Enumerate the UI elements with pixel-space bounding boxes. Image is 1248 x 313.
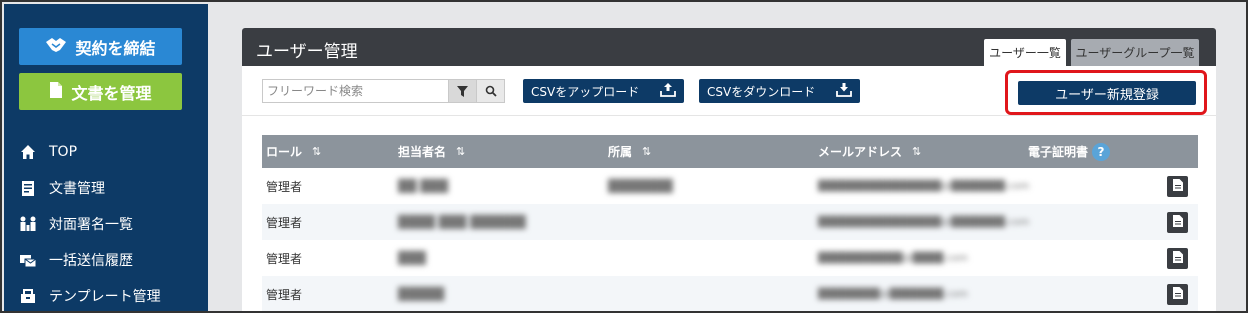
table-row[interactable]: 管理者 ███ ███████████@████.com [262, 240, 1198, 276]
column-dept-label: 所属 [608, 145, 633, 159]
download-icon [836, 82, 852, 100]
column-email[interactable]: メールアドレス ⇅ [818, 143, 1028, 160]
download-csv-button[interactable]: CSVをダウンロード [699, 79, 860, 103]
search-icon [485, 82, 497, 101]
sidebar-item-label: 一括送信履歴 [49, 253, 133, 269]
new-user-highlight: ユーザー新規登録 [1005, 70, 1207, 115]
sidebar-item-label: テンプレート管理 [49, 289, 161, 305]
sidebar-item-top[interactable]: TOP [4, 134, 208, 170]
home-icon [19, 143, 37, 161]
certificate-button[interactable] [1167, 284, 1188, 305]
table-row[interactable]: 管理者 █████ ████████@███████.com [262, 276, 1198, 311]
document-list-icon [19, 179, 37, 197]
table-header: ロール ⇅ 担当者名 ⇅ 所属 ⇅ メールアドレス ⇅ 電子証明書 ? [262, 135, 1198, 168]
in-person-signing-icon [19, 215, 37, 233]
column-certificate: 電子証明書 ? [1028, 142, 1198, 161]
column-role[interactable]: ロール ⇅ [262, 143, 398, 160]
cell-email: ████████████████@███████.com [818, 216, 1030, 228]
search-button[interactable] [476, 80, 504, 102]
table-row[interactable]: 管理者 ██ ███ ███████ ████████████████@████… [262, 168, 1198, 204]
column-certificate-label: 電子証明書 [1028, 145, 1089, 159]
upload-csv-label: CSVをアップロード [531, 84, 640, 99]
column-dept[interactable]: 所属 ⇅ [608, 143, 818, 160]
panel-header: ユーザー管理 ユーザー一覧 ユーザーグループ一覧 [242, 28, 1216, 66]
column-name[interactable]: 担当者名 ⇅ [398, 143, 608, 160]
cell-role: 管理者 [266, 179, 303, 194]
search-box [262, 79, 505, 103]
new-user-button[interactable]: ユーザー新規登録 [1018, 81, 1196, 105]
table-row[interactable]: 管理者 ████ ███ ██████ ████████████████@███… [262, 204, 1198, 240]
cell-name: █████ [398, 287, 445, 301]
sort-icon: ⇅ [312, 145, 322, 158]
certificate-button[interactable] [1167, 176, 1188, 197]
handshake-icon [45, 36, 67, 58]
help-icon[interactable]: ? [1092, 142, 1111, 161]
cell-name: ██ ███ [398, 179, 448, 193]
filter-button[interactable] [448, 80, 476, 102]
upload-icon [660, 82, 676, 100]
contract-button[interactable]: 契約を締結 [19, 28, 182, 65]
manage-documents-button[interactable]: 文書を管理 [19, 73, 182, 110]
certificate-button[interactable] [1167, 248, 1188, 269]
file-icon [1172, 179, 1183, 194]
app-window: 契約を締結 文書を管理 TOP 文書管理 対面署名一覧 一括送信履歴 テンプレー… [0, 0, 1248, 313]
cell-name: ████ ███ ██████ [398, 215, 526, 229]
manage-documents-label: 文書を管理 [71, 83, 152, 103]
template-icon [19, 287, 37, 305]
sidebar-item-in-person-signing[interactable]: 対面署名一覧 [4, 206, 208, 242]
search-input[interactable] [263, 80, 448, 102]
sort-icon: ⇅ [456, 145, 466, 158]
column-role-label: ロール [266, 145, 303, 159]
filter-icon [457, 82, 468, 101]
user-management-panel: ユーザー管理 ユーザー一覧 ユーザーグループ一覧 CSVをアップ [242, 28, 1216, 311]
sidebar-nav: TOP 文書管理 対面署名一覧 一括送信履歴 テンプレート管理 [4, 134, 208, 311]
cell-email: ███████████@████.com [818, 252, 968, 264]
tab-user-list[interactable]: ユーザー一覧 [984, 39, 1066, 66]
cell-email: ████████████████@███████.com [818, 180, 1030, 192]
document-icon [49, 81, 63, 103]
certificate-button[interactable] [1167, 212, 1188, 233]
sidebar-item-label: 対面署名一覧 [49, 217, 133, 233]
sidebar-item-label: 文書管理 [49, 181, 105, 197]
cell-role: 管理者 [266, 287, 303, 302]
download-csv-label: CSVをダウンロード [707, 84, 816, 99]
sort-icon: ⇅ [912, 145, 922, 158]
file-icon [1172, 215, 1183, 230]
cell-email: ████████@███████.com [818, 288, 968, 300]
cell-role: 管理者 [266, 215, 303, 230]
sidebar: 契約を締結 文書を管理 TOP 文書管理 対面署名一覧 一括送信履歴 テンプレー… [4, 4, 208, 311]
toolbar: CSVをアップロード CSVをダウンロード ユーザー新規登録 [242, 66, 1216, 116]
column-name-label: 担当者名 [398, 145, 447, 159]
column-email-label: メールアドレス [818, 145, 903, 159]
cell-dept: ███████ [608, 179, 673, 193]
sidebar-item-bulk-send-history[interactable]: 一括送信履歴 [4, 242, 208, 278]
file-icon [1172, 287, 1183, 302]
sidebar-item-templates[interactable]: テンプレート管理 [4, 278, 208, 311]
sidebar-item-documents[interactable]: 文書管理 [4, 170, 208, 206]
bulk-send-icon [19, 251, 37, 269]
user-table: ロール ⇅ 担当者名 ⇅ 所属 ⇅ メールアドレス ⇅ 電子証明書 ? 管理者 … [262, 135, 1198, 311]
upload-csv-button[interactable]: CSVをアップロード [523, 79, 684, 103]
sidebar-item-label: TOP [49, 144, 78, 160]
cell-name: ███ [398, 251, 426, 265]
sort-icon: ⇅ [642, 145, 652, 158]
contract-button-label: 契約を締結 [75, 38, 156, 58]
file-icon [1172, 251, 1183, 266]
page-title: ユーザー管理 [256, 42, 358, 62]
table-body: 管理者 ██ ███ ███████ ████████████████@████… [262, 168, 1198, 311]
tab-user-group-list[interactable]: ユーザーグループ一覧 [1071, 39, 1199, 66]
cell-role: 管理者 [266, 251, 303, 266]
